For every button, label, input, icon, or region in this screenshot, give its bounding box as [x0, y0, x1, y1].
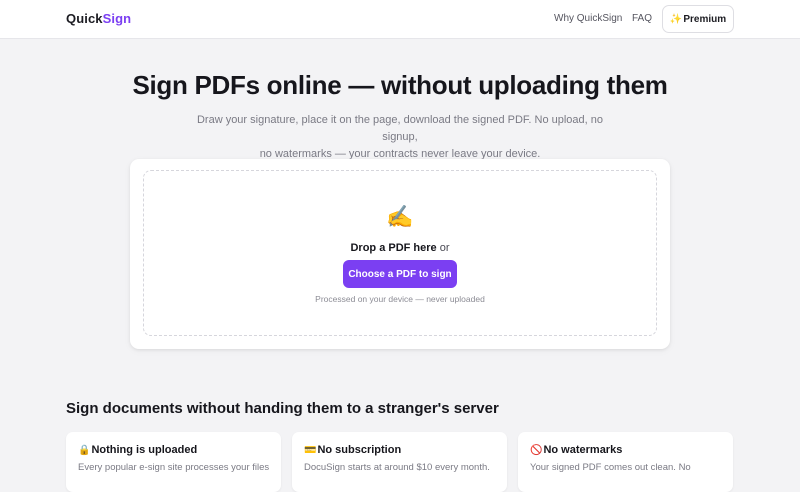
no-entry-icon: 🚫	[530, 445, 543, 456]
feature-card-no-watermarks: 🚫No watermarks Your signed PDF comes out…	[518, 432, 733, 492]
or-label: or	[436, 242, 450, 254]
top-navigation-bar: QuickSign Why QuickSign FAQ ✨ Premium	[0, 0, 800, 39]
feature-title: 🚫No watermarks	[530, 444, 622, 456]
feature-card-no-subscription: 💳No subscription DocuSign starts at arou…	[292, 432, 507, 492]
feature-description: Your signed PDF comes out clean. No	[530, 462, 691, 473]
feature-title: 💳No subscription	[304, 444, 401, 456]
logo-text-sign: Sign	[102, 11, 132, 26]
feature-title-text: No watermarks	[543, 444, 623, 456]
writing-hand-icon: ✍️	[386, 204, 414, 229]
premium-button-label: Premium	[683, 13, 727, 25]
drop-label: Drop a PDF here	[350, 242, 437, 254]
sparkles-icon: ✨	[669, 13, 683, 25]
lock-icon: 🔒	[78, 445, 91, 456]
features-section-title: Sign documents without handing them to a…	[66, 400, 499, 417]
pdf-drop-zone[interactable]: ✍️ Drop a PDF here or Choose a PDF to si…	[143, 170, 657, 336]
nav-link-faq[interactable]: FAQ	[632, 13, 652, 24]
feature-title-text: No subscription	[317, 444, 402, 456]
privacy-note: Processed on your device — never uploade…	[315, 294, 485, 304]
logo-text-quick: Quick	[66, 11, 103, 26]
credit-card-icon: 💳	[304, 445, 317, 456]
feature-card-nothing-uploaded: 🔒Nothing is uploaded Every popular e-sig…	[66, 432, 281, 492]
choose-pdf-button[interactable]: Choose a PDF to sign	[343, 260, 457, 288]
nav-link-why-quicksign[interactable]: Why QuickSign	[554, 13, 622, 24]
upload-card: ✍️ Drop a PDF here or Choose a PDF to si…	[130, 159, 670, 349]
hero-subtitle: Draw your signature, place it on the pag…	[180, 112, 620, 163]
feature-description: Every popular e-sign site processes your…	[78, 462, 270, 473]
premium-button[interactable]: ✨ Premium	[662, 5, 734, 33]
hero-title: Sign PDFs online — without uploading the…	[132, 70, 668, 100]
hero-subtitle-line-1: Draw your signature, place it on the pag…	[196, 114, 604, 143]
feature-title: 🔒Nothing is uploaded	[78, 444, 197, 456]
feature-title-text: Nothing is uploaded	[91, 444, 198, 456]
drop-instruction: Drop a PDF here or	[144, 242, 656, 254]
feature-description: DocuSign starts at around $10 every mont…	[304, 462, 490, 473]
quicksign-logo[interactable]: QuickSign	[66, 11, 131, 26]
